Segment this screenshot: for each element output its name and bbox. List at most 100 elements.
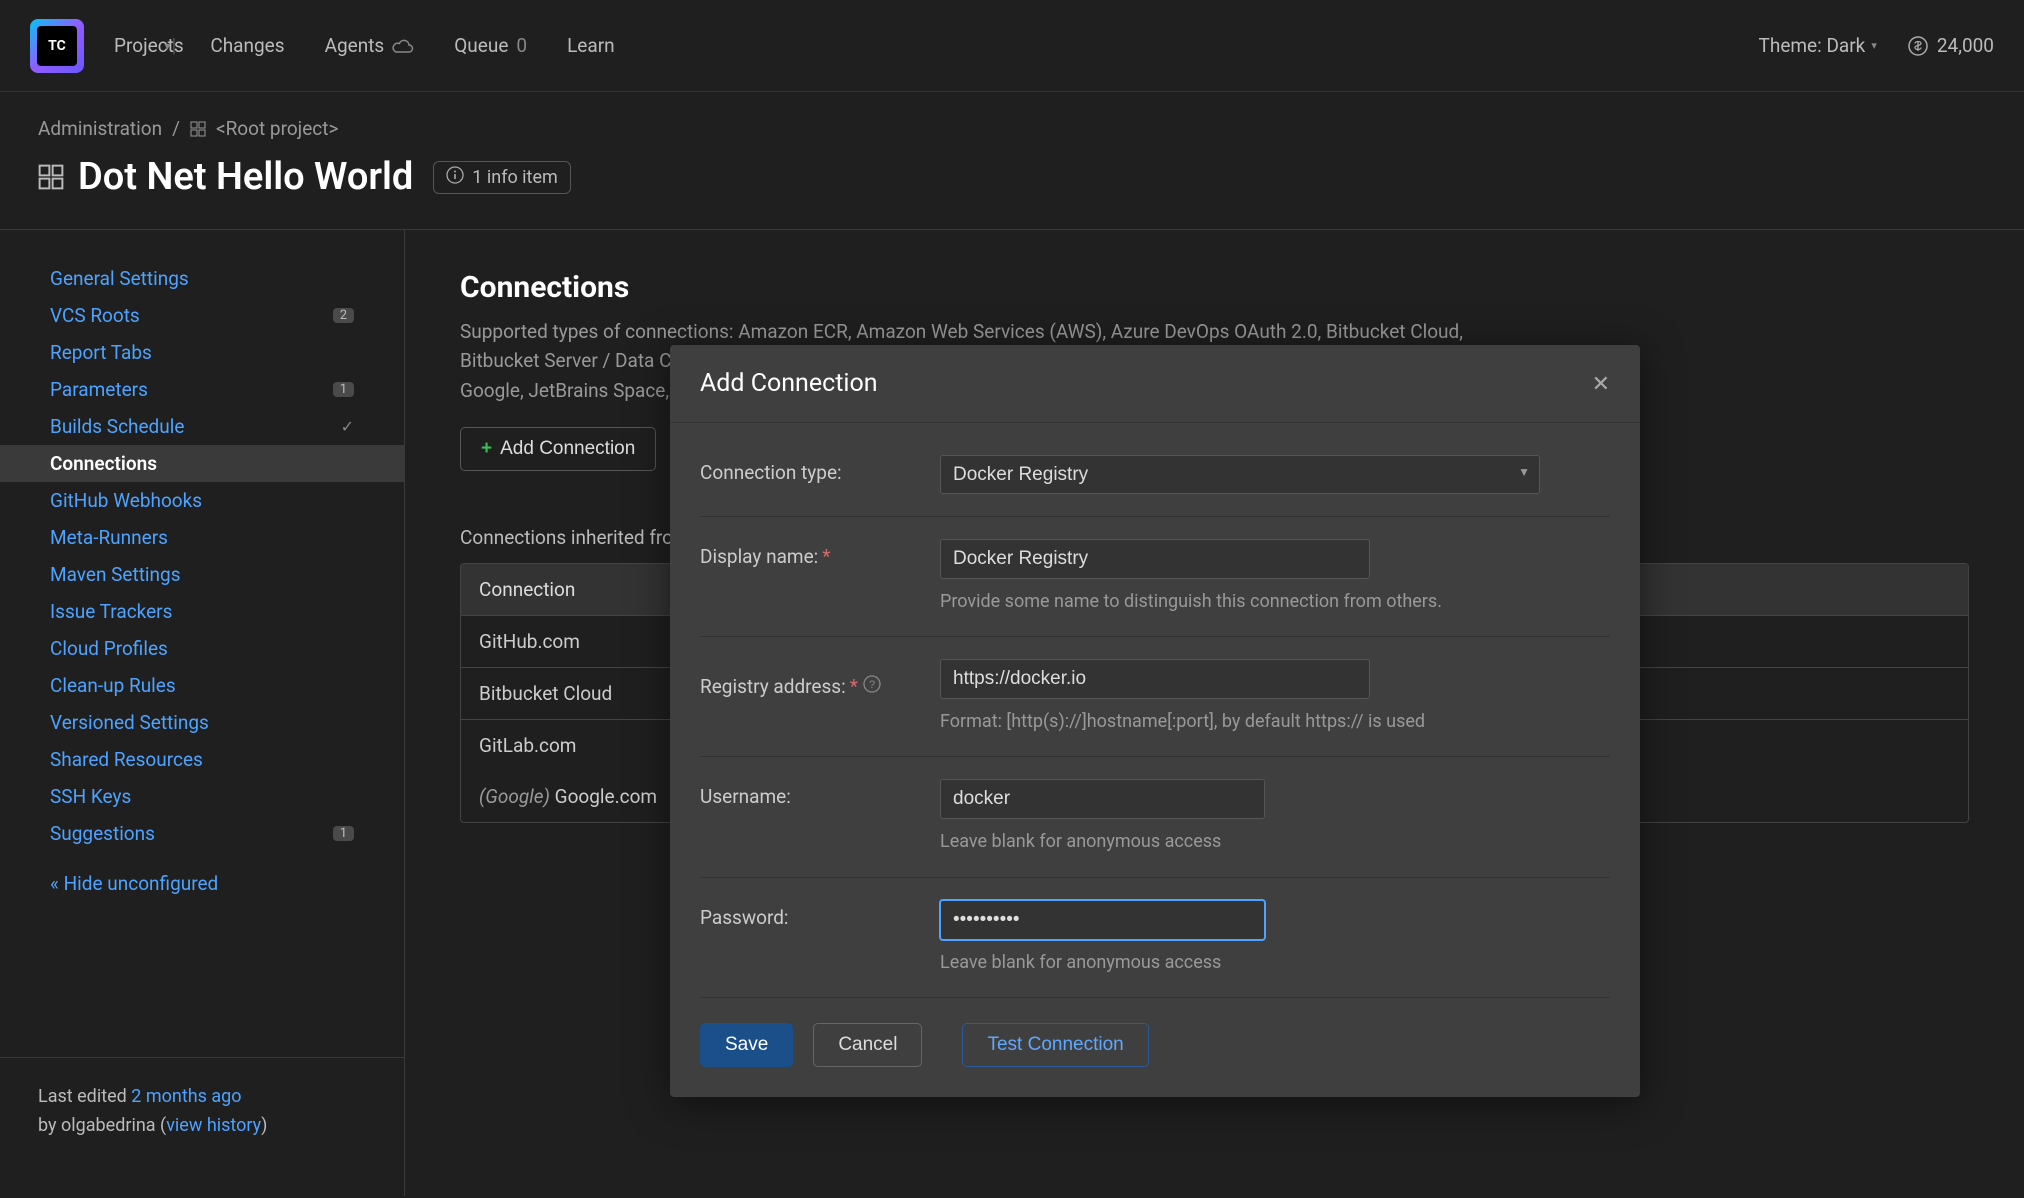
sidebar-item-general-settings[interactable]: General Settings (0, 260, 404, 297)
sidebar-item-label: Maven Settings (50, 563, 181, 586)
sidebar-badge: 1 (333, 382, 354, 397)
dialog-title: Add Connection (700, 369, 878, 398)
last-edited-user: olgabedrina (61, 1115, 156, 1136)
registry-address-input[interactable] (940, 659, 1370, 699)
save-button[interactable]: Save (700, 1023, 793, 1067)
row-registry-address: Registry address:* ? Format: [http(s)://… (700, 637, 1610, 757)
crumb-separator: / (172, 117, 180, 140)
add-connection-button[interactable]: + Add Connection (460, 427, 656, 471)
sidebar-item-builds-schedule[interactable]: Builds Schedule ✓ (0, 408, 404, 445)
title-row: Dot Net Hello World 1 info item (38, 155, 1986, 199)
nav-agents-label: Agents (325, 34, 385, 57)
sidebar-item-report-tabs[interactable]: Report Tabs (0, 334, 404, 371)
dialog-footer: Save Cancel Test Connection (670, 998, 1640, 1097)
sidebar: General Settings VCS Roots 2 Report Tabs Par… (0, 230, 405, 1196)
nav-projects[interactable]: Projects | ▾ (114, 34, 170, 57)
label-username: Username: (700, 779, 940, 854)
nav-queue-label: Queue (454, 34, 508, 57)
sidebar-item-github-webhooks[interactable]: GitHub Webhooks (0, 482, 404, 519)
sidebar-item-label: Cloud Profiles (50, 637, 168, 660)
sidebar-item-connections[interactable]: Connections (0, 445, 404, 482)
project-icon (38, 164, 64, 190)
coin-icon (1907, 35, 1929, 57)
sidebar-item-label: Meta-Runners (50, 526, 168, 549)
required-asterisk: * (850, 675, 858, 698)
sidebar-item-label: VCS Roots (50, 304, 140, 327)
sidebar-item-label: Versioned Settings (50, 711, 209, 734)
sidebar-badge: 2 (333, 308, 354, 323)
username-hint: Leave blank for anonymous access (940, 829, 1610, 854)
sidebar-item-label: General Settings (50, 267, 189, 290)
connection-type-select[interactable]: Docker Registry (940, 455, 1540, 494)
queue-count: 0 (516, 34, 527, 57)
logo-text: TC (37, 26, 77, 66)
app-header: TC Projects | ▾ Changes Agents Queue 0 L… (0, 0, 2024, 92)
crumb-root-project[interactable]: <Root project> (216, 117, 338, 140)
sidebar-item-shared-resources[interactable]: Shared Resources (0, 741, 404, 778)
sidebar-item-label: SSH Keys (50, 785, 131, 808)
dialog-header: Add Connection ✕ (670, 345, 1640, 423)
credits-count: 24,000 (1937, 34, 1994, 57)
sidebar-item-versioned-settings[interactable]: Versioned Settings (0, 704, 404, 741)
label-display-name: Display name:* (700, 539, 940, 614)
sidebar-item-label: Shared Resources (50, 748, 203, 771)
app-logo[interactable]: TC (30, 19, 84, 73)
last-edited-when[interactable]: 2 months ago (131, 1086, 241, 1107)
label-password: Password: (700, 900, 940, 975)
sidebar-item-label: Issue Trackers (50, 600, 172, 623)
test-connection-button[interactable]: Test Connection (962, 1023, 1148, 1067)
nav-agents[interactable]: Agents (325, 34, 415, 57)
body-container: General Settings VCS Roots 2 Report Tabs Par… (0, 230, 2024, 1196)
cancel-button[interactable]: Cancel (813, 1023, 922, 1067)
nav-learn[interactable]: Learn (567, 34, 615, 57)
nav-separator: | (172, 34, 177, 57)
nav-queue[interactable]: Queue 0 (454, 34, 527, 57)
help-icon[interactable]: ? (863, 675, 881, 693)
hide-unconfigured[interactable]: « Hide unconfigured (0, 862, 404, 905)
sidebar-item-meta-runners[interactable]: Meta-Runners (0, 519, 404, 556)
password-input[interactable] (940, 900, 1265, 940)
view-history-link[interactable]: view history (166, 1115, 261, 1136)
sidebar-item-label: Suggestions (50, 822, 155, 845)
row-password: Password: Leave blank for anonymous acce… (700, 878, 1610, 998)
sidebar-item-label: Parameters (50, 378, 148, 401)
sidebar-item-parameters[interactable]: Parameters 1 (0, 371, 404, 408)
sidebar-badge: 1 (333, 826, 354, 841)
label-registry: Registry address:* ? (700, 659, 940, 734)
info-icon (446, 166, 464, 189)
add-connection-dialog: Add Connection ✕ Connection type: Docker… (670, 345, 1640, 1097)
info-text: 1 info item (472, 167, 557, 188)
display-name-input[interactable] (940, 539, 1370, 579)
google-prefix: (Google) (479, 785, 550, 808)
google-value: Google.com (555, 785, 657, 808)
dialog-body: Connection type: Docker Registry Display… (670, 423, 1640, 998)
plus-icon: + (481, 438, 492, 460)
close-button[interactable]: ✕ (1592, 371, 1610, 397)
theme-selector[interactable]: Theme: Dark ▾ (1759, 34, 1877, 57)
sidebar-item-label: Builds Schedule (50, 415, 184, 438)
credits-indicator[interactable]: 24,000 (1907, 34, 1994, 57)
sidebar-item-clean-up-rules[interactable]: Clean-up Rules (0, 667, 404, 704)
row-username: Username: Leave blank for anonymous acce… (700, 757, 1610, 877)
sidebar-item-label: Report Tabs (50, 341, 152, 364)
sidebar-item-vcs-roots[interactable]: VCS Roots 2 (0, 297, 404, 334)
registry-hint: Format: [http(s)://]hostname[:port], by … (940, 709, 1610, 734)
sidebar-item-cloud-profiles[interactable]: Cloud Profiles (0, 630, 404, 667)
sidebar-item-label: Clean-up Rules (50, 674, 176, 697)
chevron-down-icon: ▾ (164, 39, 170, 53)
row-display-name: Display name:* Provide some name to dist… (700, 517, 1610, 637)
crumb-administration[interactable]: Administration (38, 117, 162, 140)
sidebar-item-suggestions[interactable]: Suggestions 1 (0, 815, 404, 852)
sidebar-item-label: GitHub Webhooks (50, 489, 202, 512)
cloud-icon (392, 38, 414, 54)
check-icon: ✓ (341, 417, 354, 436)
info-pill[interactable]: 1 info item (433, 161, 570, 194)
sidebar-item-issue-trackers[interactable]: Issue Trackers (0, 593, 404, 630)
nav-changes[interactable]: Changes (210, 34, 284, 57)
username-input[interactable] (940, 779, 1265, 819)
sidebar-item-maven-settings[interactable]: Maven Settings (0, 556, 404, 593)
row-connection-type: Connection type: Docker Registry (700, 433, 1610, 517)
sidebar-item-ssh-keys[interactable]: SSH Keys (0, 778, 404, 815)
sidebar-list: General Settings VCS Roots 2 Report Tabs Par… (0, 260, 404, 852)
close-icon: ✕ (1592, 371, 1610, 396)
